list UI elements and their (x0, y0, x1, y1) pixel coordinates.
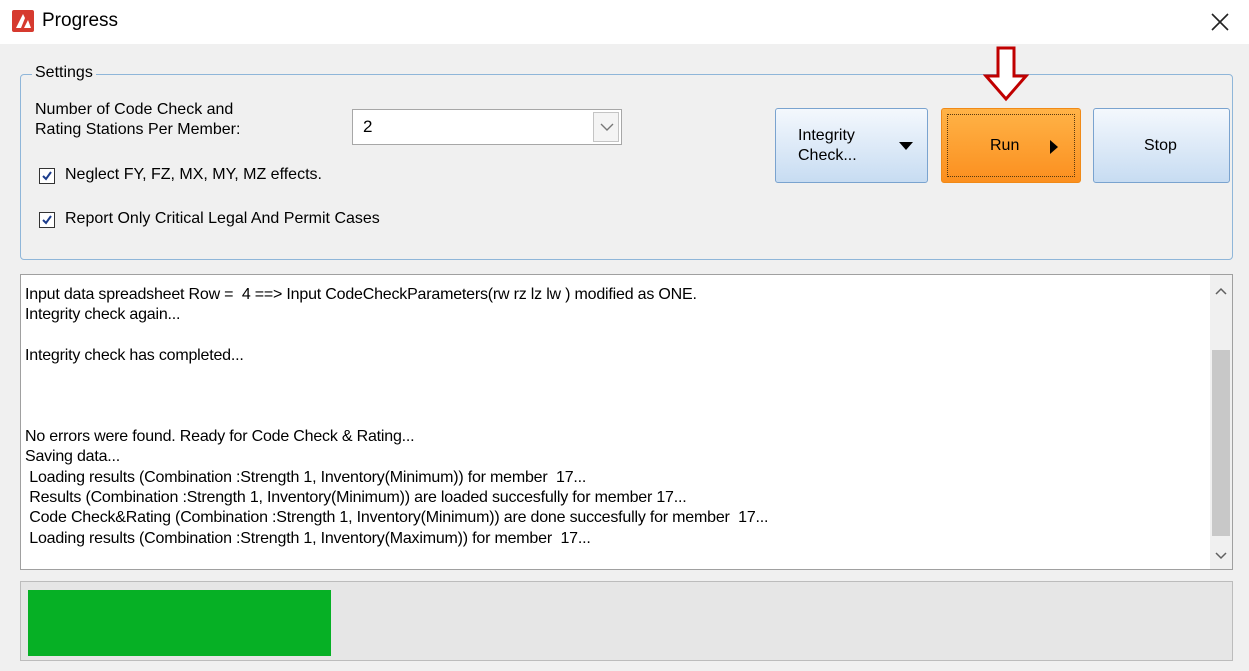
stations-label-line1: Number of Code Check and (35, 101, 234, 118)
log-line: Integrity check again... (25, 306, 181, 324)
stations-per-member-label: Number of Code Check and Rating Stations… (35, 100, 335, 140)
run-label: Run (990, 137, 1020, 154)
neglect-effects-checkbox[interactable] (39, 168, 55, 184)
close-button[interactable] (1200, 6, 1240, 38)
play-arrow-icon (1050, 140, 1058, 154)
integrity-label-line2: Check... (798, 147, 857, 164)
scroll-up-button[interactable] (1210, 281, 1232, 301)
neglect-effects-label[interactable]: Neglect FY, FZ, MX, MY, MZ effects. (65, 166, 322, 184)
stations-per-member-select[interactable]: 2 (352, 109, 622, 145)
log-line: Loading results (Combination :Strength 1… (25, 529, 591, 547)
log-line: Code Check&Rating (Combination :Strength… (25, 509, 769, 527)
annotation-arrow-icon (983, 46, 1029, 102)
integrity-label-line1: Integrity (798, 127, 855, 144)
checkmark-icon (42, 171, 52, 181)
log-line: No errors were found. Ready for Code Che… (25, 428, 415, 446)
stations-label-line2: Rating Stations Per Member: (35, 121, 241, 138)
run-button[interactable]: Run (941, 108, 1081, 183)
log-textbox[interactable]: Input data spreadsheet Row = 4 ==> Input… (20, 274, 1233, 570)
settings-legend: Settings (32, 64, 96, 82)
log-line: Loading results (Combination :Strength 1… (25, 468, 587, 486)
stop-label: Stop (1144, 137, 1177, 154)
chevron-down-icon (600, 123, 614, 131)
log-line: Saving data... (25, 448, 121, 466)
report-critical-label[interactable]: Report Only Critical Legal And Permit Ca… (65, 210, 380, 228)
app-logo-icon (12, 10, 34, 32)
close-icon (1211, 13, 1229, 31)
dropdown-arrow-icon (899, 142, 913, 150)
report-critical-checkbox[interactable] (39, 212, 55, 228)
progress-bar (20, 581, 1233, 661)
integrity-check-button[interactable]: Integrity Check... (775, 108, 928, 183)
log-scrollbar[interactable] (1210, 275, 1232, 569)
chevron-down-icon (1215, 552, 1227, 560)
scroll-down-button[interactable] (1210, 546, 1232, 566)
log-line: Results (Combination :Strength 1, Invent… (25, 488, 687, 506)
log-lines: Input data spreadsheet Row = 4 ==> Input… (25, 285, 768, 549)
checkmark-icon (42, 215, 52, 225)
stop-button[interactable]: Stop (1093, 108, 1230, 183)
window-title: Progress (42, 10, 119, 31)
chevron-up-icon (1215, 287, 1227, 295)
title-bar: Progress (0, 0, 1249, 44)
log-line: Input data spreadsheet Row = 4 ==> Input… (25, 286, 697, 303)
scroll-thumb[interactable] (1212, 350, 1230, 536)
dropdown-button[interactable] (593, 112, 619, 142)
stations-select-value: 2 (363, 117, 373, 136)
progress-fill (28, 590, 331, 656)
integrity-check-label: Integrity Check... (798, 126, 857, 166)
log-line: Integrity check has completed... (25, 346, 244, 364)
